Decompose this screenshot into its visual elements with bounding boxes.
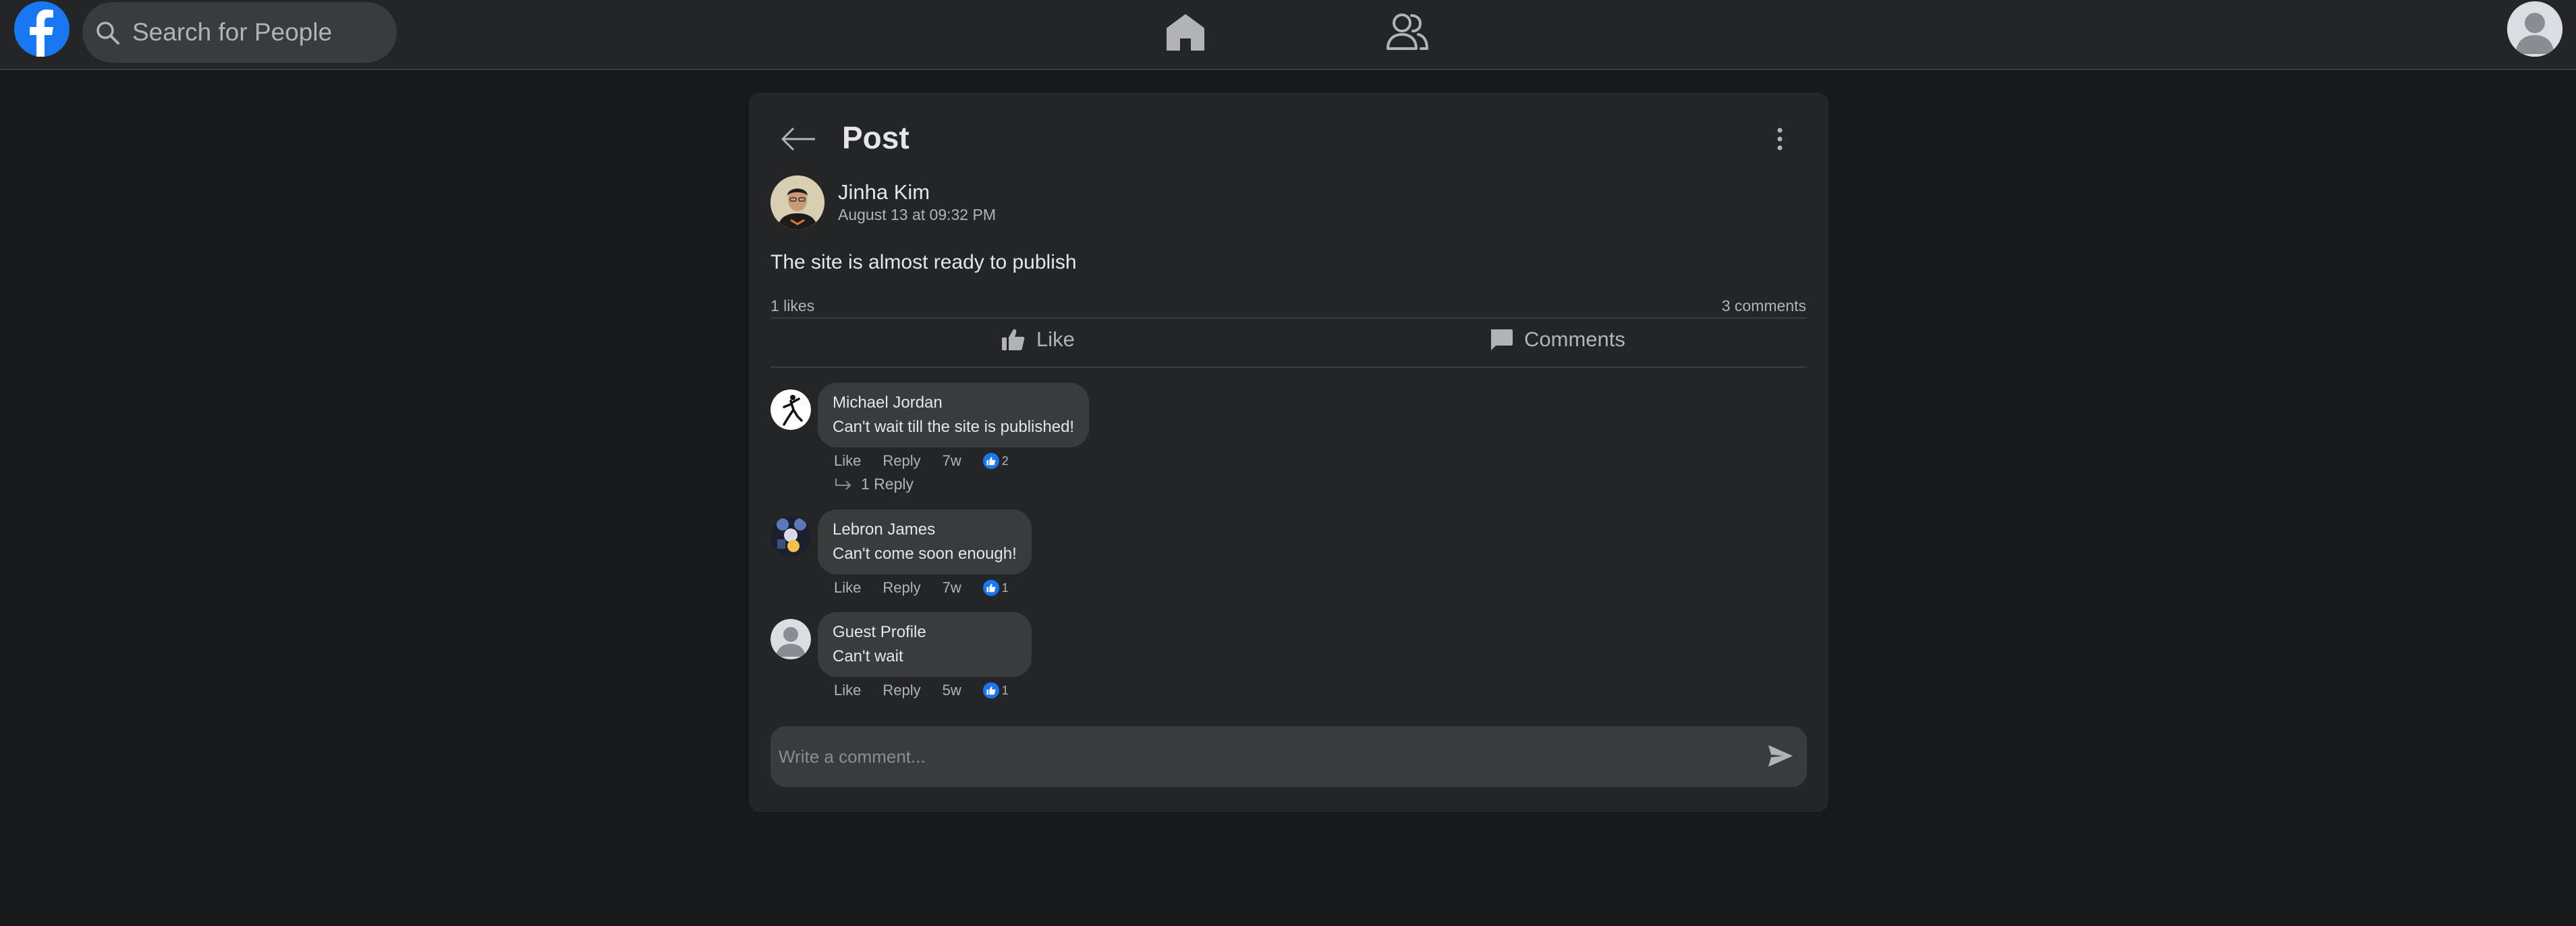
commenter-name[interactable]: Lebron James xyxy=(833,518,1017,542)
commenter-avatar[interactable] xyxy=(771,619,811,659)
comment-time: 7w xyxy=(942,579,961,596)
author-avatar[interactable] xyxy=(771,175,824,229)
comment-icon xyxy=(1490,329,1513,350)
comment-like-button[interactable]: Like xyxy=(834,682,861,699)
send-icon[interactable] xyxy=(1767,744,1794,768)
comment-time: 7w xyxy=(942,452,961,469)
post-card: Post Jinha Kim August 13 at 09:32 PM The… xyxy=(749,92,1828,812)
commenter-name[interactable]: Guest Profile xyxy=(833,620,1017,645)
comment-text: Can't wait till the site is published! xyxy=(833,418,1075,436)
comment-composer xyxy=(771,726,1807,787)
search-icon xyxy=(96,22,119,45)
divider xyxy=(771,317,1807,319)
facebook-logo-icon[interactable] xyxy=(14,1,69,57)
comment-actions: Like Reply 5w 1 xyxy=(834,680,1030,701)
post-text: The site is almost ready to publish xyxy=(771,251,1077,273)
comment-like-button[interactable]: Like xyxy=(834,452,861,470)
comments-button[interactable]: Comments xyxy=(1489,319,1625,360)
comment-reply-button[interactable]: Reply xyxy=(883,452,920,470)
commenter-avatar[interactable] xyxy=(771,389,811,430)
comment-bubble: Lebron James Can't come soon enough! xyxy=(818,510,1032,574)
friends-icon[interactable] xyxy=(1386,12,1429,51)
user-avatar[interactable] xyxy=(2507,1,2563,57)
comment-input[interactable] xyxy=(779,726,1723,787)
author-name[interactable]: Jinha Kim xyxy=(838,180,930,205)
like-reaction-icon xyxy=(982,682,999,699)
comment-like-count: 1 xyxy=(982,580,1009,596)
comments-count[interactable]: 3 comments xyxy=(1722,297,1806,315)
likes-count[interactable]: 1 likes xyxy=(771,297,814,315)
like-reaction-icon xyxy=(982,580,999,596)
comment-time: 5w xyxy=(942,682,961,699)
comment-text: Can't wait xyxy=(833,647,903,665)
home-icon[interactable] xyxy=(1165,12,1206,53)
comment-bubble: Michael Jordan Can't wait till the site … xyxy=(818,383,1090,447)
comment-reply-button[interactable]: Reply xyxy=(883,579,920,597)
replies-label: 1 Reply xyxy=(861,475,914,493)
divider xyxy=(771,366,1807,368)
like-reaction-icon xyxy=(982,453,999,469)
like-count: 1 xyxy=(1001,683,1009,697)
search-bar xyxy=(82,2,397,63)
comment-reply-button[interactable]: Reply xyxy=(883,682,920,699)
like-count: 2 xyxy=(1001,454,1009,468)
comment-bubble: Guest Profile Can't wait xyxy=(818,612,1032,677)
top-navigation-bar xyxy=(0,0,2576,70)
like-count: 1 xyxy=(1001,580,1009,595)
commenter-avatar[interactable] xyxy=(771,516,811,557)
page-title: Post xyxy=(842,120,909,155)
comment-like-button[interactable]: Like xyxy=(834,579,861,597)
comment-like-count: 1 xyxy=(982,682,1009,699)
comment-actions: Like Reply 7w 1 xyxy=(834,578,1030,598)
comments-button-label: Comments xyxy=(1524,327,1625,351)
like-button[interactable]: Like xyxy=(1001,319,1075,360)
more-options-icon[interactable] xyxy=(1774,122,1785,156)
like-button-label: Like xyxy=(1036,327,1075,351)
thumbs-up-icon xyxy=(1002,329,1025,350)
back-arrow-icon[interactable] xyxy=(779,122,819,156)
search-input[interactable] xyxy=(132,2,389,63)
comment-like-count: 2 xyxy=(982,453,1009,469)
comment-text: Can't come soon enough! xyxy=(833,545,1017,563)
reply-arrow-icon xyxy=(835,478,851,490)
comment-actions: Like Reply 7w 2 xyxy=(834,451,1030,471)
view-replies-link[interactable]: 1 Reply xyxy=(834,475,914,493)
post-timestamp: August 13 at 09:32 PM xyxy=(838,206,996,223)
commenter-name[interactable]: Michael Jordan xyxy=(833,391,1074,415)
